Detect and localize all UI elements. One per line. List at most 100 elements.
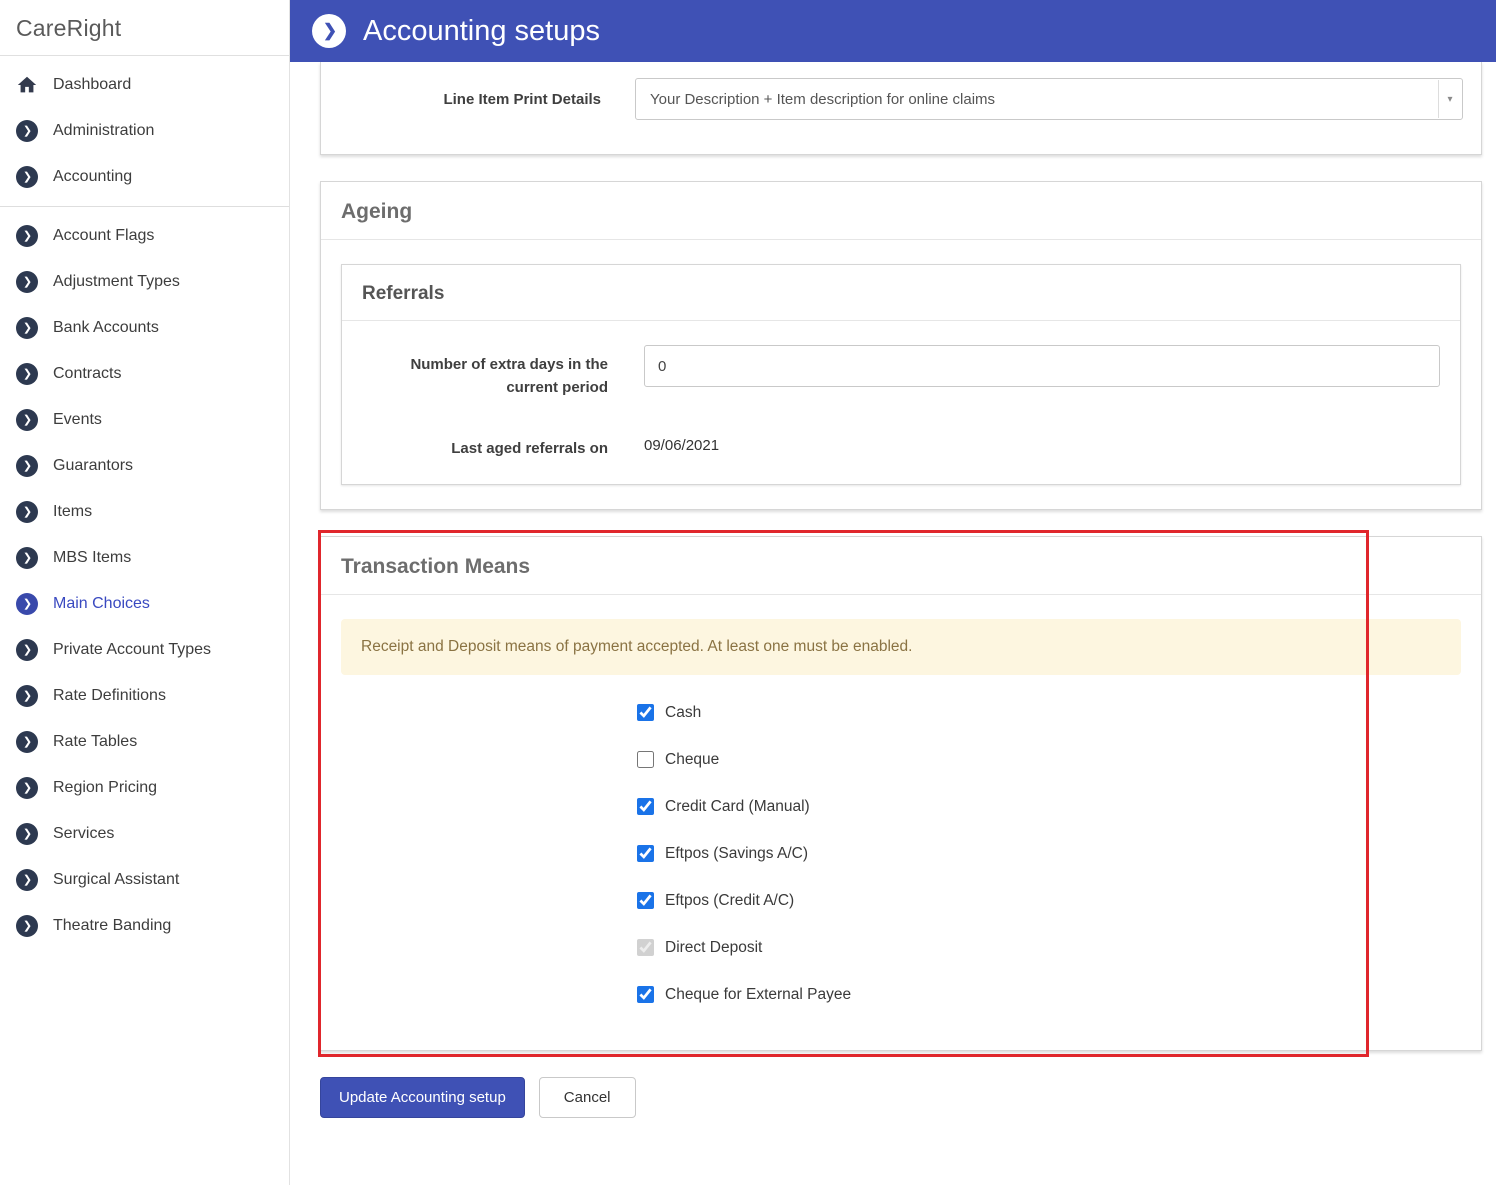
chevron-circle-icon: ❯ [16,639,38,661]
sidebar-item-contracts[interactable]: ❯ Contracts [0,351,289,397]
chevron-circle-icon: ❯ [16,455,38,477]
transaction-option-cash[interactable]: Cash [637,689,1461,736]
extra-days-label: Number of extra days in the current peri… [362,345,644,400]
sidebar-item-label: MBS Items [53,549,131,567]
sidebar-item-accounting[interactable]: ❯ Accounting [0,154,289,200]
last-aged-row: Last aged referrals on 09/06/2021 [362,428,1440,460]
sidebar-item-events[interactable]: ❯ Events [0,397,289,443]
chevron-circle-icon: ❯ [16,363,38,385]
sidebar-item-label: Contracts [53,365,121,383]
update-accounting-setup-button[interactable]: Update Accounting setup [320,1077,525,1118]
transaction-option-cheque-for-external-payee[interactable]: Cheque for External Payee [637,971,1461,1018]
sidebar-item-label: Bank Accounts [53,319,159,337]
sidebar-item-bank-accounts[interactable]: ❯ Bank Accounts [0,305,289,351]
page-header: ❯ Accounting setups [290,0,1496,62]
ageing-title: Ageing [341,200,412,223]
last-aged-value: 09/06/2021 [644,428,719,454]
sidebar-item-label: Region Pricing [53,779,157,797]
sidebar-item-label: Main Choices [53,595,150,613]
transaction-option-label: Credit Card (Manual) [665,799,810,815]
home-icon [16,74,38,96]
chevron-circle-icon: ❯ [16,271,38,293]
sidebar-item-administration[interactable]: ❯ Administration [0,108,289,154]
sidebar-item-label: Accounting [53,168,132,186]
sidebar-item-account-flags[interactable]: ❯ Account Flags [0,213,289,259]
transaction-option-eftpos-credit-a-c[interactable]: Eftpos (Credit A/C) [637,877,1461,924]
ageing-card-body: Referrals Number of extra days in the cu… [321,240,1481,509]
chevron-circle-icon: ❯ [16,317,38,339]
chevron-circle-icon: ❯ [16,501,38,523]
sidebar-item-items[interactable]: ❯ Items [0,489,289,535]
sidebar-item-dashboard[interactable]: Dashboard [0,62,289,108]
transaction-option-checkbox[interactable] [637,986,654,1003]
brand-logo: CareRight [0,0,289,56]
chevron-circle-icon: ❯ [16,685,38,707]
sidebar-item-main-choices[interactable]: ❯ Main Choices [0,581,289,627]
chevron-circle-icon: ❯ [16,547,38,569]
sidebar-item-label: Rate Definitions [53,687,166,705]
sidebar-item-label: Services [53,825,114,843]
line-item-print-details-label: Line Item Print Details [339,78,635,111]
chevron-circle-icon: ❯ [16,823,38,845]
sidebar-item-adjustment-types[interactable]: ❯ Adjustment Types [0,259,289,305]
transaction-option-checkbox[interactable] [637,704,654,721]
transaction-option-checkbox[interactable] [637,751,654,768]
transaction-means-header: Transaction Means [321,537,1481,595]
sidebar-item-label: Dashboard [53,76,131,94]
sidebar-item-label: Theatre Banding [53,917,171,935]
sidebar-item-rate-tables[interactable]: ❯ Rate Tables [0,719,289,765]
sidebar-item-mbs-items[interactable]: ❯ MBS Items [0,535,289,581]
sidebar-item-surgical-assistant[interactable]: ❯ Surgical Assistant [0,857,289,903]
chevron-circle-icon: ❯ [16,225,38,247]
sidebar-item-label: Account Flags [53,227,154,245]
line-item-card: Line Item Print Details Your Description… [320,62,1482,155]
transaction-option-checkbox[interactable] [637,892,654,909]
chevron-circle-icon: ❯ [16,869,38,891]
sidebar-item-rate-definitions[interactable]: ❯ Rate Definitions [0,673,289,719]
sidebar-item-label: Surgical Assistant [53,871,179,889]
cancel-button[interactable]: Cancel [539,1077,636,1118]
sidebar-item-label: Guarantors [53,457,133,475]
transaction-option-checkbox[interactable] [637,798,654,815]
transaction-option-cheque[interactable]: Cheque [637,736,1461,783]
line-item-print-details-row: Line Item Print Details Your Description… [339,78,1463,120]
select-value: Your Description + Item description for … [650,91,995,108]
transaction-means-card: Transaction Means Receipt and Deposit me… [320,536,1482,1051]
chevron-circle-icon: ❯ [16,915,38,937]
page: CareRight Dashboard ❯ Administration ❯ A… [0,0,1496,1185]
sidebar-item-services[interactable]: ❯ Services [0,811,289,857]
extra-days-row: Number of extra days in the current peri… [362,345,1440,400]
page-title: Accounting setups [363,15,600,48]
referrals-title: Referrals [362,283,444,304]
sidebar-item-label: Events [53,411,102,429]
transaction-option-eftpos-savings-a-c[interactable]: Eftpos (Savings A/C) [637,830,1461,877]
chevron-down-icon: ▾ [1438,80,1461,118]
chevron-circle-icon: ❯ [16,593,38,615]
transaction-means-title: Transaction Means [341,555,530,578]
extra-days-input[interactable] [644,345,1440,387]
transaction-option-label: Direct Deposit [665,940,762,956]
sidebar-item-label: Administration [53,122,154,140]
transaction-means-notice: Receipt and Deposit means of payment acc… [341,619,1461,675]
form-actions: Update Accounting setup Cancel [320,1077,1482,1118]
sidebar-item-region-pricing[interactable]: ❯ Region Pricing [0,765,289,811]
sidebar-item-theatre-banding[interactable]: ❯ Theatre Banding [0,903,289,949]
main-area: ❯ Accounting setups Line Item Print Deta… [290,0,1496,1185]
transaction-option-label: Eftpos (Savings A/C) [665,846,808,862]
referrals-card-body: Number of extra days in the current peri… [342,321,1460,484]
referrals-card: Referrals Number of extra days in the cu… [341,264,1461,485]
sidebar-item-guarantors[interactable]: ❯ Guarantors [0,443,289,489]
line-item-print-details-select[interactable]: Your Description + Item description for … [635,78,1463,120]
sidebar-item-label: Private Account Types [53,641,211,659]
transaction-option-checkbox [637,939,654,956]
transaction-option-credit-card-manual[interactable]: Credit Card (Manual) [637,783,1461,830]
content: Line Item Print Details Your Description… [290,62,1496,1118]
sidebar-item-private-account-types[interactable]: ❯ Private Account Types [0,627,289,673]
transaction-options-list: Cash Cheque Credit Card (Manual) Eftpos … [341,689,1461,1026]
ageing-card: Ageing Referrals Number of extra days in… [320,181,1482,510]
transaction-option-checkbox[interactable] [637,845,654,862]
sidebar-divider [0,206,289,207]
sidebar-item-label: Rate Tables [53,733,137,751]
sidebar-item-label: Items [53,503,92,521]
sidebar-item-label: Adjustment Types [53,273,180,291]
